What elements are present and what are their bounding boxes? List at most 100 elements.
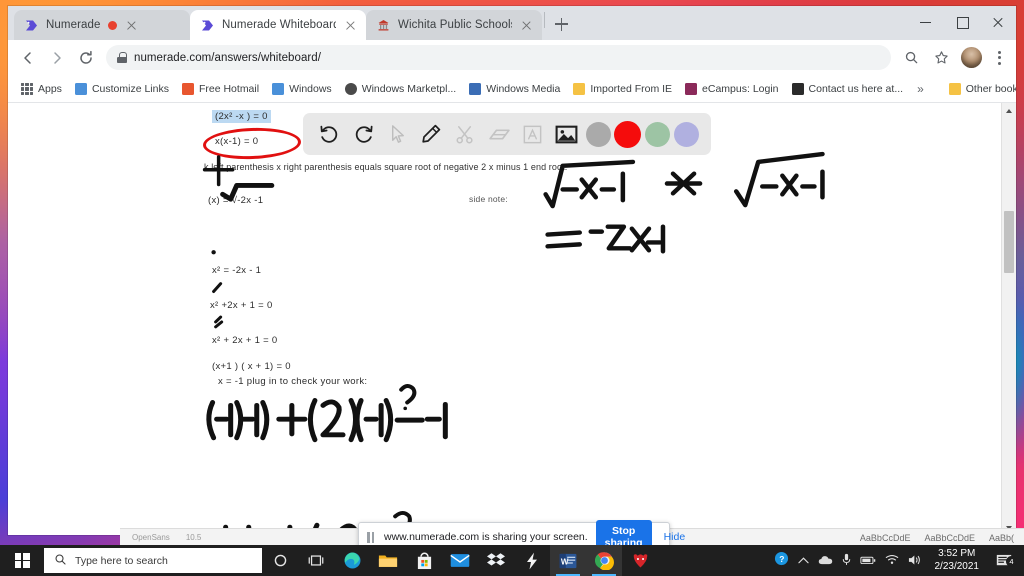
- pencil-icon[interactable]: [416, 119, 446, 149]
- bookmark-favicon: [344, 83, 357, 95]
- malwarebytes-icon[interactable]: [622, 545, 658, 576]
- system-tray: ? 3:52 PM 2/23/2021 4: [774, 548, 1024, 573]
- forward-arrow-icon[interactable]: [43, 44, 70, 71]
- transcript-text: k left parenthesis x right parenthesis e…: [204, 162, 568, 172]
- kebab-menu-icon[interactable]: [988, 46, 1010, 70]
- address-bar[interactable]: numerade.com/answers/whiteboard/: [106, 45, 891, 70]
- green-swatch[interactable]: [645, 121, 671, 147]
- bookmark-contact-us[interactable]: Contact us here at...: [786, 80, 910, 98]
- browser-tab-wichita-public-schools[interactable]: Wichita Public Schools / Homepa: [366, 10, 542, 40]
- browser-tab-numerade-whiteboard[interactable]: Numerade Whiteboard: [190, 10, 366, 40]
- equation-circled: x(x-1) = 0: [215, 136, 259, 147]
- close-window-button[interactable]: [980, 6, 1016, 38]
- page-content: (2x² -x ) = 0 x(x-1) = 0 k left parenthe…: [8, 103, 1016, 535]
- equation-line-4: x² = -2x - 1: [212, 265, 262, 276]
- bookmark-label: Windows Marketpl...: [361, 83, 457, 95]
- bookmark-label: Windows: [289, 83, 332, 95]
- volume-icon[interactable]: [908, 554, 922, 568]
- start-button[interactable]: [0, 545, 44, 576]
- dropbox-icon[interactable]: [478, 545, 514, 576]
- bookmark-imported-from-ie[interactable]: Imported From IE: [567, 80, 678, 98]
- word-font-name: OpenSans: [132, 533, 170, 542]
- image-icon[interactable]: [552, 119, 582, 149]
- bookmark-customize-links[interactable]: Customize Links: [69, 80, 175, 98]
- bookmark-label: Customize Links: [91, 83, 169, 95]
- search-icon[interactable]: [898, 44, 925, 71]
- bookmark-favicon: [272, 83, 285, 95]
- undo-icon[interactable]: [315, 119, 345, 149]
- chrome-browser-window: Numerade Numerade Whiteboard Wichita Pub…: [8, 6, 1016, 535]
- scrollbar-thumb[interactable]: [1004, 211, 1014, 273]
- gray-swatch[interactable]: [585, 121, 611, 147]
- browser-tab-title: Numerade Whiteboard: [222, 19, 336, 31]
- pause-icon[interactable]: [367, 531, 376, 543]
- file-explorer-icon[interactable]: [370, 545, 406, 576]
- new-tab-button[interactable]: [547, 10, 575, 38]
- help-circle-icon[interactable]: ?: [774, 551, 789, 571]
- apps-grid-icon: [21, 83, 33, 95]
- lightning-app-icon[interactable]: [514, 545, 550, 576]
- close-tab-icon[interactable]: [343, 18, 358, 33]
- mail-icon[interactable]: [442, 545, 478, 576]
- bookmark-windows-media[interactable]: Windows Media: [463, 80, 566, 98]
- microsoft-store-icon[interactable]: [406, 545, 442, 576]
- taskbar-app-icons: W: [262, 545, 658, 576]
- close-tab-icon[interactable]: [519, 18, 534, 33]
- red-swatch[interactable]: [614, 120, 642, 148]
- word-icon[interactable]: W: [550, 545, 586, 576]
- equation-line-3: (x) = √-2x -1: [208, 195, 264, 206]
- taskbar-search-input[interactable]: Type here to search: [44, 548, 262, 573]
- browser-tab-numerade[interactable]: Numerade: [14, 10, 190, 40]
- notification-icon[interactable]: 4: [992, 554, 1017, 568]
- onedrive-icon[interactable]: [818, 555, 833, 567]
- whiteboard-canvas[interactable]: (2x² -x ) = 0 x(x-1) = 0 k left parenthe…: [8, 103, 1001, 535]
- text-icon[interactable]: [518, 119, 548, 149]
- numerade-icon: [24, 18, 39, 33]
- bookmark-favicon: [469, 83, 482, 95]
- bookmark-apps[interactable]: Apps: [15, 80, 68, 98]
- star-icon[interactable]: [928, 44, 955, 71]
- hide-button[interactable]: Hide: [660, 531, 690, 543]
- task-view-icon[interactable]: [298, 545, 334, 576]
- bookmark-label: Windows Media: [486, 83, 561, 95]
- notification-count-badge: 4: [1006, 555, 1017, 567]
- battery-icon[interactable]: [859, 555, 876, 567]
- purple-swatch[interactable]: [674, 121, 700, 147]
- scissors-icon[interactable]: [450, 119, 480, 149]
- back-arrow-icon[interactable]: [14, 44, 41, 71]
- bookmarks-overflow-button[interactable]: »: [910, 82, 931, 96]
- maximize-button[interactable]: [944, 6, 980, 38]
- clock-time: 3:52 PM: [938, 548, 976, 559]
- bookmark-windows-marketplace[interactable]: Windows Marketpl...: [339, 80, 463, 98]
- bookmark-windows[interactable]: Windows: [266, 80, 338, 98]
- microphone-icon[interactable]: [842, 553, 851, 568]
- bookmark-ecampus-login[interactable]: eCampus: Login: [679, 80, 784, 98]
- cursor-icon[interactable]: [383, 119, 413, 149]
- eraser-icon[interactable]: [484, 119, 514, 149]
- close-tab-icon[interactable]: [124, 18, 139, 33]
- bookmarks-bar: Apps Customize Links Free Hotmail Window…: [8, 76, 1016, 103]
- bookmark-label: Apps: [38, 83, 62, 95]
- whiteboard-toolbar: [303, 113, 711, 155]
- vertical-scrollbar[interactable]: [1001, 103, 1016, 535]
- chrome-icon[interactable]: [586, 545, 622, 576]
- wifi-icon[interactable]: [885, 554, 899, 567]
- chevron-up-icon[interactable]: [797, 555, 809, 567]
- equation-line-5: x² +2x + 1 = 0: [210, 300, 273, 311]
- cortana-icon[interactable]: [262, 545, 298, 576]
- bookmark-free-hotmail[interactable]: Free Hotmail: [176, 80, 265, 98]
- svg-text:W: W: [561, 557, 569, 566]
- reload-icon[interactable]: [72, 44, 99, 71]
- edge-icon[interactable]: [334, 545, 370, 576]
- side-note-label: side note:: [469, 194, 508, 204]
- word-styles-gallery: AaBbCcDdE AaBbCcDdE AaBb(: [860, 533, 1024, 543]
- redo-icon[interactable]: [349, 119, 379, 149]
- bookmark-other-bookmarks[interactable]: Other bookmarks: [943, 80, 1016, 98]
- search-icon: [54, 553, 67, 569]
- taskbar-clock[interactable]: 3:52 PM 2/23/2021: [931, 548, 984, 573]
- avatar[interactable]: [958, 44, 985, 71]
- scroll-up-arrow[interactable]: [1002, 103, 1016, 118]
- share-message: www.numerade.com is sharing your screen.: [384, 531, 588, 543]
- minimize-button[interactable]: [908, 6, 944, 38]
- windows-taskbar: Type here to search W ? 3:52 PM 2/23/202…: [0, 545, 1024, 576]
